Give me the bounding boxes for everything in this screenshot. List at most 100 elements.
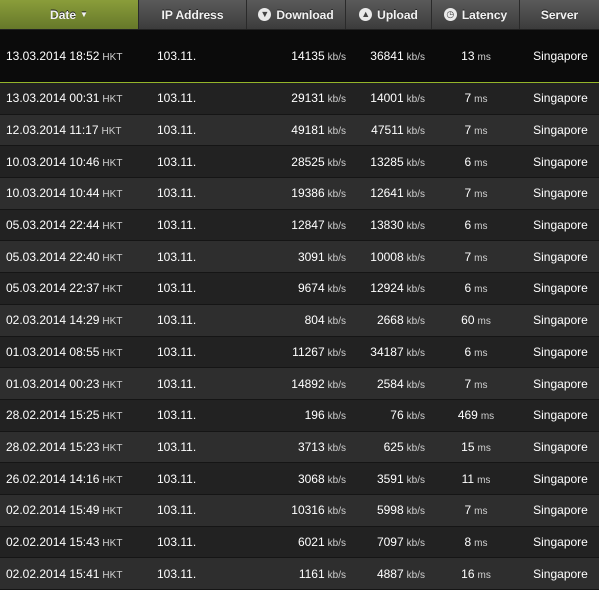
ip-cell: 103.11. — [139, 472, 247, 486]
upload-cell: 7097 kb/s — [346, 535, 432, 549]
server-cell: Singapore — [520, 567, 599, 581]
table-row[interactable]: 26.02.2014 14:16 HKT 103.11. 3068 kb/s 3591 kb… — [0, 463, 599, 495]
latency-value: 6 — [464, 154, 472, 169]
ip-value: 103.11. — [157, 186, 197, 201]
table-row[interactable]: 01.03.2014 08:55 HKT 103.11. 11267 kb/s 34187… — [0, 336, 599, 369]
latency-cell: 6 ms — [432, 281, 520, 295]
latency-value: 469 — [457, 408, 478, 423]
table-row[interactable]: 10.03.2014 10:44 HKT 103.11. 19386 kb/s 12641… — [0, 178, 599, 210]
ip-header-label: IP Address — [161, 7, 224, 22]
server-cell: Singapore — [520, 186, 599, 200]
timezone-label: HKT — [102, 284, 123, 296]
latency-cell: 6 ms — [432, 345, 520, 359]
latency-column-header[interactable]: ◷ Latency — [432, 0, 520, 29]
table-row[interactable]: 28.02.2014 15:25 HKT 103.11. 196 kb/s 76 kb/s 4… — [0, 399, 599, 432]
server-cell: Singapore — [520, 472, 599, 486]
upload-cell: 13285 kb/s — [346, 155, 432, 169]
upload-cell: 34187 kb/s — [346, 345, 432, 359]
ip-address-column-header[interactable]: IP Address — [139, 0, 247, 29]
download-value: 14135 — [291, 49, 325, 63]
latency-cell: 13 ms — [432, 49, 520, 63]
table-row[interactable]: 10.03.2014 10:46 HKT 103.11. 28525 kb/s 13285… — [0, 146, 599, 179]
upload-cell: 2584 kb/s — [346, 377, 432, 391]
latency-unit: ms — [477, 442, 491, 454]
table-row[interactable]: 05.03.2014 22:37 HKT 103.11. 9674 kb/s 12924 k… — [0, 273, 599, 305]
download-unit: kb/s — [327, 52, 346, 63]
date-cell: 10.03.2014 10:46 HKT — [0, 155, 139, 169]
timezone-label: HKT — [102, 347, 123, 359]
latency-cell: 7 ms — [432, 186, 520, 200]
download-unit: kb/s — [327, 252, 346, 264]
date-value: 13.03.2014 00:31 — [6, 91, 100, 106]
upload-unit: kb/s — [406, 94, 425, 106]
download-value: 12847 — [291, 218, 325, 233]
ip-cell: 103.11. — [139, 49, 247, 63]
date-value: 05.03.2014 22:44 — [6, 218, 100, 233]
table-row[interactable]: 02.02.2014 15:49 HKT 103.11. 10316 kb/s 5998 k… — [0, 494, 599, 527]
latency-cell: 7 ms — [432, 91, 520, 105]
table-row[interactable]: 12.03.2014 11:17 HKT 103.11. 49181 kb/s 47511… — [0, 114, 599, 147]
download-cell: 49181 kb/s — [247, 123, 346, 137]
ip-cell: 103.11. — [139, 345, 247, 359]
table-row[interactable]: 05.03.2014 22:40 HKT 103.11. 3091 kb/s 10008 k… — [0, 241, 599, 274]
server-cell: Singapore — [520, 313, 599, 327]
results-table-body: 13.03.2014 18:52 HKT 103.11. 14135 kb/s 36841… — [0, 30, 599, 590]
server-value: Singapore — [533, 376, 588, 391]
server-value: Singapore — [533, 49, 588, 63]
server-value: Singapore — [533, 534, 588, 549]
server-column-header[interactable]: Server — [520, 0, 599, 29]
ip-cell: 103.11. — [139, 281, 247, 295]
download-unit: kb/s — [327, 221, 346, 233]
date-value: 01.03.2014 08:55 — [6, 344, 100, 359]
upload-column-header[interactable]: ▲ Upload — [346, 0, 432, 29]
latency-cell: 16 ms — [432, 567, 520, 581]
upload-cell: 14001 kb/s — [346, 91, 432, 105]
latency-unit: ms — [474, 252, 488, 264]
table-row[interactable]: 02.02.2014 15:41 HKT 103.11. 1161 kb/s 4887 kb… — [0, 558, 599, 590]
ip-value: 103.11. — [157, 344, 197, 359]
download-value: 6021 — [297, 534, 325, 549]
latency-cell: 6 ms — [432, 155, 520, 169]
ip-cell: 103.11. — [139, 377, 247, 391]
latest-result-row[interactable]: 13.03.2014 18:52 HKT 103.11. 14135 kb/s 36841… — [0, 30, 599, 83]
table-row[interactable]: 01.03.2014 00:23 HKT 103.11. 14892 kb/s 2584 k… — [0, 368, 599, 400]
latency-unit: ms — [474, 94, 488, 106]
upload-value: 5998 — [376, 503, 404, 518]
latency-value: 7 — [464, 91, 472, 106]
table-row[interactable]: 02.03.2014 14:29 HKT 103.11. 804 kb/s 2668 kb/… — [0, 304, 599, 337]
latency-value: 7 — [464, 186, 472, 201]
ip-cell: 103.11. — [139, 91, 247, 105]
ip-value: 103.11. — [157, 281, 197, 296]
upload-unit: kb/s — [406, 474, 425, 486]
server-value: Singapore — [533, 344, 588, 359]
date-column-header[interactable]: Date ▼ — [0, 0, 139, 29]
download-value: 19386 — [291, 186, 325, 201]
download-unit: kb/s — [327, 537, 346, 549]
timezone-label: HKT — [102, 537, 123, 549]
table-row[interactable]: 02.02.2014 15:43 HKT 103.11. 6021 kb/s 7097 kb… — [0, 526, 599, 559]
server-cell: Singapore — [520, 91, 599, 105]
date-value: 10.03.2014 10:44 — [6, 186, 100, 201]
server-cell: Singapore — [520, 155, 599, 169]
upload-value: 36841 — [370, 49, 404, 63]
latency-unit: ms — [474, 284, 488, 296]
latency-cell: 15 ms — [432, 440, 520, 454]
table-row[interactable]: 28.02.2014 15:23 HKT 103.11. 3713 kb/s 625 kb/… — [0, 431, 599, 464]
server-value: Singapore — [533, 471, 588, 486]
server-cell: Singapore — [520, 123, 599, 137]
ip-value: 103.11. — [157, 49, 197, 63]
server-value: Singapore — [533, 313, 588, 328]
timezone-label: HKT — [102, 474, 123, 486]
upload-value: 13285 — [370, 154, 404, 169]
table-row[interactable]: 13.03.2014 00:31 HKT 103.11. 29131 kb/s 14001… — [0, 83, 599, 115]
server-header-label: Server — [540, 7, 579, 22]
download-cell: 14135 kb/s — [247, 49, 346, 63]
timezone-label: HKT — [102, 252, 123, 264]
download-value: 49181 — [291, 123, 325, 138]
table-row[interactable]: 05.03.2014 22:44 HKT 103.11. 12847 kb/s 13830… — [0, 209, 599, 242]
upload-unit: kb/s — [406, 537, 425, 549]
date-cell: 13.03.2014 18:52 HKT — [0, 49, 139, 63]
upload-value: 12924 — [370, 281, 404, 296]
date-cell: 05.03.2014 22:40 HKT — [0, 250, 139, 264]
download-column-header[interactable]: ▼ Download — [247, 0, 346, 29]
